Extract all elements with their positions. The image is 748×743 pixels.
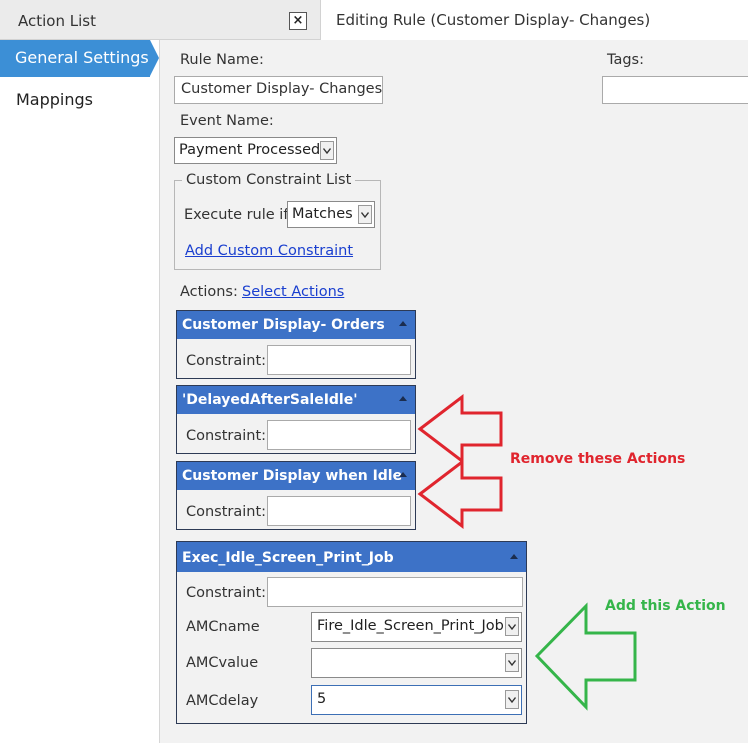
red-arrow-icon: [417, 393, 503, 465]
remove-actions-annotation: Remove these Actions: [510, 451, 686, 467]
add-action-annotation: Add this Action: [605, 598, 726, 614]
green-arrow-icon: [534, 602, 637, 711]
red-arrow-icon: [417, 458, 503, 530]
annotation-overlay: [417, 393, 637, 711]
